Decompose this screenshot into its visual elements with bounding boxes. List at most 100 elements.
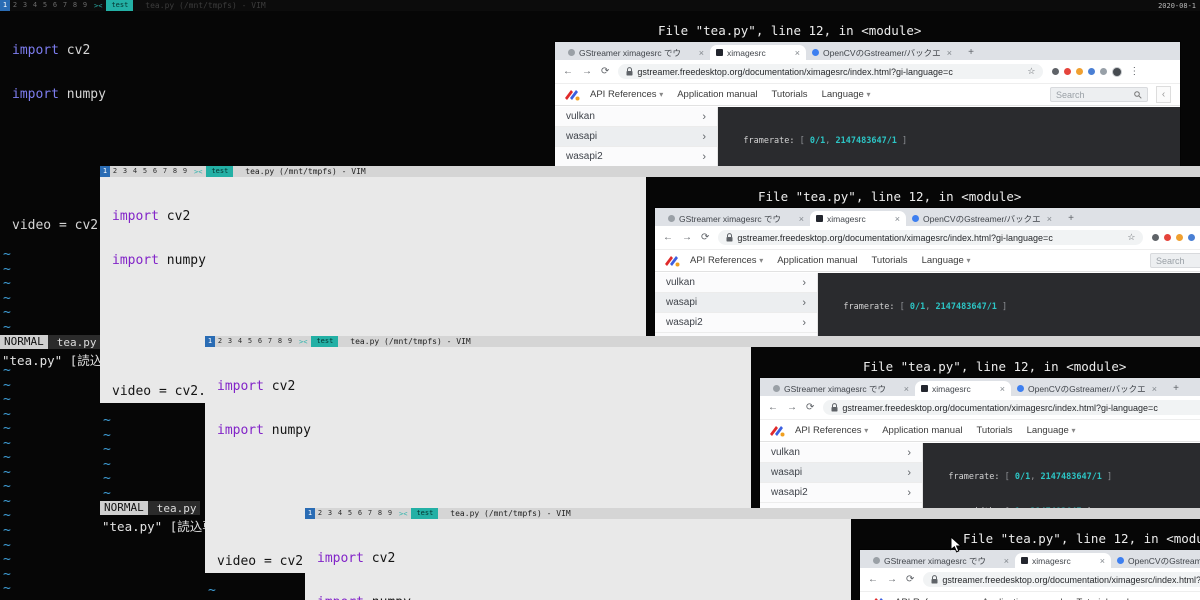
browser-tab-opencv-article[interactable]: OpenCVのGstreamer/バックエ × (1111, 553, 1200, 568)
workspace-button-1[interactable]: 1 (100, 166, 110, 177)
tab-close-icon[interactable]: × (1000, 384, 1005, 394)
reload-button[interactable]: ⟳ (906, 574, 914, 585)
workspace-button-7[interactable]: 7 (60, 0, 70, 11)
workspace-button-2[interactable]: 2 (315, 508, 325, 519)
workspace-button-3[interactable]: 3 (20, 0, 30, 11)
tab-close-icon[interactable]: × (895, 214, 900, 224)
collapse-sidebar-button[interactable]: ‹ (1156, 86, 1171, 103)
workspace-button-1[interactable]: 1 (0, 0, 10, 11)
workspace-button-8[interactable]: 8 (70, 0, 80, 11)
extension-icon[interactable] (1088, 68, 1095, 75)
workspace-button-2[interactable]: 2 (10, 0, 20, 11)
sidebar-item-vulkan[interactable]: vulkan › (760, 443, 922, 463)
tab-close-icon[interactable]: × (1152, 384, 1157, 394)
workspace-button-5[interactable]: 5 (140, 166, 150, 177)
forward-button[interactable]: → (582, 66, 592, 77)
extension-icon[interactable] (1076, 68, 1083, 75)
workspace-button-7[interactable]: 7 (265, 336, 275, 347)
workspace-button-3[interactable]: 3 (120, 166, 130, 177)
nav-tutorials[interactable]: Tutorials (871, 255, 907, 266)
bookmark-star-icon[interactable]: ☆ (1127, 232, 1135, 243)
nav-application-manual[interactable]: Application manual (777, 255, 857, 266)
browser-tab-ximagesrc[interactable]: ximagesrc × (710, 45, 806, 60)
extension-icon[interactable] (1164, 234, 1171, 241)
extension-icon[interactable] (1064, 68, 1071, 75)
workspace-button-8[interactable]: 8 (275, 336, 285, 347)
forward-button[interactable]: → (787, 402, 797, 413)
extension-icon[interactable] (1100, 68, 1107, 75)
workspace-button-4[interactable]: 4 (235, 336, 245, 347)
focused-app-badge[interactable]: test (311, 336, 338, 347)
nav-api-references[interactable]: API References ▾ (795, 425, 868, 436)
workspace-button-7[interactable]: 7 (365, 508, 375, 519)
browser-tab-opencv-article[interactable]: OpenCVのGstreamer/バックエ × (906, 211, 1058, 226)
workspace-button-6[interactable]: 6 (355, 508, 365, 519)
forward-button[interactable]: → (887, 574, 897, 585)
workspace-button-5[interactable]: 5 (345, 508, 355, 519)
sidebar-item-wasapi[interactable]: wasapi › (760, 463, 922, 483)
vim-editor[interactable]: import cv2 import numpy video = cv2.Vide… (305, 519, 851, 600)
workspace-button-1[interactable]: 1 (305, 508, 315, 519)
new-tab-button[interactable]: + (1064, 213, 1078, 224)
workspace-button-6[interactable]: 6 (150, 166, 160, 177)
nav-api-references[interactable]: API References ▾ (690, 255, 763, 266)
tab-close-icon[interactable]: × (904, 384, 909, 394)
nav-language[interactable]: Language ▾ (1027, 425, 1076, 436)
search-input[interactable]: Search (1050, 87, 1148, 102)
sidebar-item-wasapi2[interactable]: wasapi2 › (555, 147, 717, 167)
workspace-button-6[interactable]: 6 (255, 336, 265, 347)
extension-icon[interactable] (1052, 68, 1059, 75)
url-box[interactable]: gstreamer.freedesktop.org/documentation/… (923, 572, 1200, 587)
new-tab-button[interactable]: + (964, 47, 978, 58)
workspace-button-3[interactable]: 3 (325, 508, 335, 519)
extension-icon[interactable] (1188, 234, 1195, 241)
focused-app-badge[interactable]: test (106, 0, 133, 11)
tab-close-icon[interactable]: × (1047, 214, 1052, 224)
back-button[interactable]: ← (768, 402, 778, 413)
menu-kebab-icon[interactable]: ⋮ (1129, 66, 1139, 77)
browser-tab-ximagesrc[interactable]: ximagesrc × (915, 381, 1011, 396)
workspace-button-7[interactable]: 7 (160, 166, 170, 177)
tab-close-icon[interactable]: × (1100, 556, 1105, 566)
sidebar-item-wasapi[interactable]: wasapi › (655, 293, 817, 313)
workspace-button-4[interactable]: 4 (30, 0, 40, 11)
workspace-button-8[interactable]: 8 (170, 166, 180, 177)
back-button[interactable]: ← (563, 66, 573, 77)
sidebar-item-wasapi2[interactable]: wasapi2 › (655, 313, 817, 333)
search-input[interactable]: Search (1150, 253, 1200, 268)
workspace-button-3[interactable]: 3 (225, 336, 235, 347)
tab-close-icon[interactable]: × (699, 48, 704, 58)
browser-tab-opencv-article[interactable]: OpenCVのGstreamer/バックエ × (1011, 381, 1163, 396)
tab-close-icon[interactable]: × (795, 48, 800, 58)
back-button[interactable]: ← (663, 232, 673, 243)
url-box[interactable]: gstreamer.freedesktop.org/documentation/… (718, 230, 1143, 245)
sidebar-item-wasapi2[interactable]: wasapi2 › (760, 483, 922, 503)
workspace-button-5[interactable]: 5 (245, 336, 255, 347)
sidebar-item-wasapi[interactable]: wasapi › (555, 127, 717, 147)
back-button[interactable]: ← (868, 574, 878, 585)
workspace-button-9[interactable]: 9 (80, 0, 90, 11)
browser-tab-gstreamer-search[interactable]: GStreamer ximagesrc でウ × (867, 553, 1015, 568)
sidebar-item-vulkan[interactable]: vulkan › (555, 107, 717, 127)
browser-tab-opencv-article[interactable]: OpenCVのGstreamer/バックエ × (806, 45, 958, 60)
tab-close-icon[interactable]: × (947, 48, 952, 58)
nav-application-manual[interactable]: Application manual (677, 89, 757, 100)
url-box[interactable]: gstreamer.freedesktop.org/documentation/… (823, 400, 1200, 415)
nav-tutorials[interactable]: Tutorials (771, 89, 807, 100)
browser-tab-gstreamer-search[interactable]: GStreamer ximagesrc でウ × (662, 211, 810, 226)
reload-button[interactable]: ⟳ (601, 66, 609, 77)
nav-api-references[interactable]: API References ▾ (590, 89, 663, 100)
profile-avatar[interactable] (1112, 67, 1122, 77)
nav-language[interactable]: Language ▾ (922, 255, 971, 266)
forward-button[interactable]: → (682, 232, 692, 243)
browser-tab-gstreamer-search[interactable]: GStreamer ximagesrc でウ × (562, 45, 710, 60)
workspace-button-9[interactable]: 9 (285, 336, 295, 347)
tab-close-icon[interactable]: × (799, 214, 804, 224)
workspace-button-6[interactable]: 6 (50, 0, 60, 11)
workspace-button-4[interactable]: 4 (130, 166, 140, 177)
focused-app-badge[interactable]: test (411, 508, 438, 519)
browser-tab-ximagesrc[interactable]: ximagesrc × (810, 211, 906, 226)
url-box[interactable]: gstreamer.freedesktop.org/documentation/… (618, 64, 1043, 79)
workspace-button-1[interactable]: 1 (205, 336, 215, 347)
workspace-button-9[interactable]: 9 (385, 508, 395, 519)
